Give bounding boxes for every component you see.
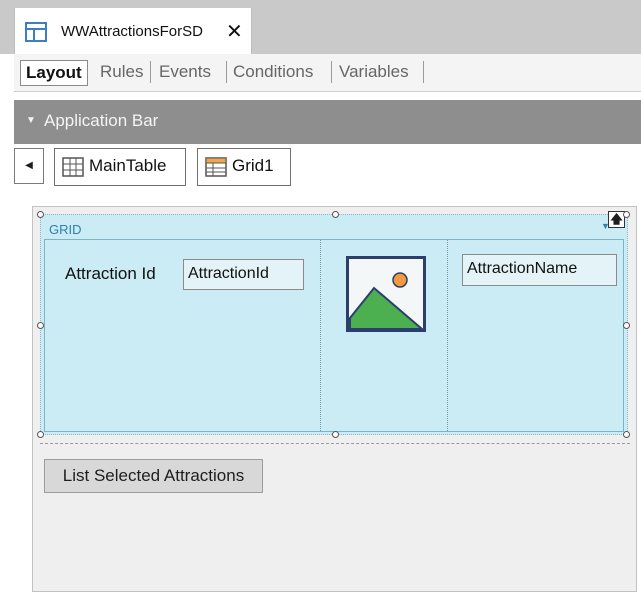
resize-handle[interactable] (332, 211, 339, 218)
application-bar-label: Application Bar (44, 111, 159, 130)
resize-handle[interactable] (37, 211, 44, 218)
tab-separator (331, 61, 332, 83)
image-placeholder-icon[interactable] (346, 256, 426, 332)
application-bar[interactable]: ▼ Application Bar (14, 100, 641, 144)
tab-variables[interactable]: Variables (334, 60, 414, 84)
tab-separator (423, 61, 424, 83)
attraction-id-label: Attraction Id (65, 264, 156, 283)
tab-conditions[interactable]: Conditions (228, 60, 318, 84)
tab-rules[interactable]: Rules (95, 60, 148, 84)
resize-handle[interactable] (37, 431, 44, 438)
resize-handle[interactable] (623, 211, 630, 218)
resize-handle[interactable] (332, 431, 339, 438)
table-boundary (40, 443, 630, 444)
back-arrow-icon[interactable]: ◀ (14, 148, 44, 184)
tab-separator (150, 61, 151, 83)
attraction-id-field[interactable]: AttractionId (183, 259, 304, 290)
view-tab-bar: Layout Rules Events Conditions Variables (14, 54, 641, 92)
document-tab[interactable]: WWAttractionsForSD ✕ (14, 8, 252, 54)
tab-layout[interactable]: Layout (20, 60, 88, 86)
grid-label: GRID (49, 222, 82, 237)
table-icon (62, 157, 84, 177)
resize-handle[interactable] (623, 322, 630, 329)
breadcrumb-item-maintable[interactable]: MainTable (54, 148, 186, 186)
grid-icon (205, 157, 227, 177)
list-selected-attractions-button[interactable]: List Selected Attractions (44, 459, 263, 493)
document-tab-title: WWAttractionsForSD (61, 23, 203, 40)
tab-events[interactable]: Events (154, 60, 216, 84)
column-divider (320, 240, 321, 431)
breadcrumb-item-grid1[interactable]: Grid1 (197, 148, 291, 186)
grid-control[interactable]: GRID ▼ 🡅 Attraction Id AttractionId Attr… (37, 211, 630, 438)
resize-handle[interactable] (37, 322, 44, 329)
grid-row-table: Attraction Id AttractionId AttractionNam… (44, 239, 624, 432)
collapse-arrow-icon[interactable]: ▼ (26, 115, 36, 126)
close-icon[interactable]: ✕ (226, 19, 243, 44)
panel-object-icon (25, 22, 47, 42)
resize-handle[interactable] (623, 431, 630, 438)
breadcrumb: ◀ MainTable Grid1 (14, 144, 641, 190)
attraction-name-field[interactable]: AttractionName (462, 254, 617, 286)
breadcrumb-item-label: MainTable (89, 156, 167, 175)
column-divider (447, 240, 448, 431)
tab-separator (226, 61, 227, 83)
breadcrumb-item-label: Grid1 (232, 156, 274, 175)
